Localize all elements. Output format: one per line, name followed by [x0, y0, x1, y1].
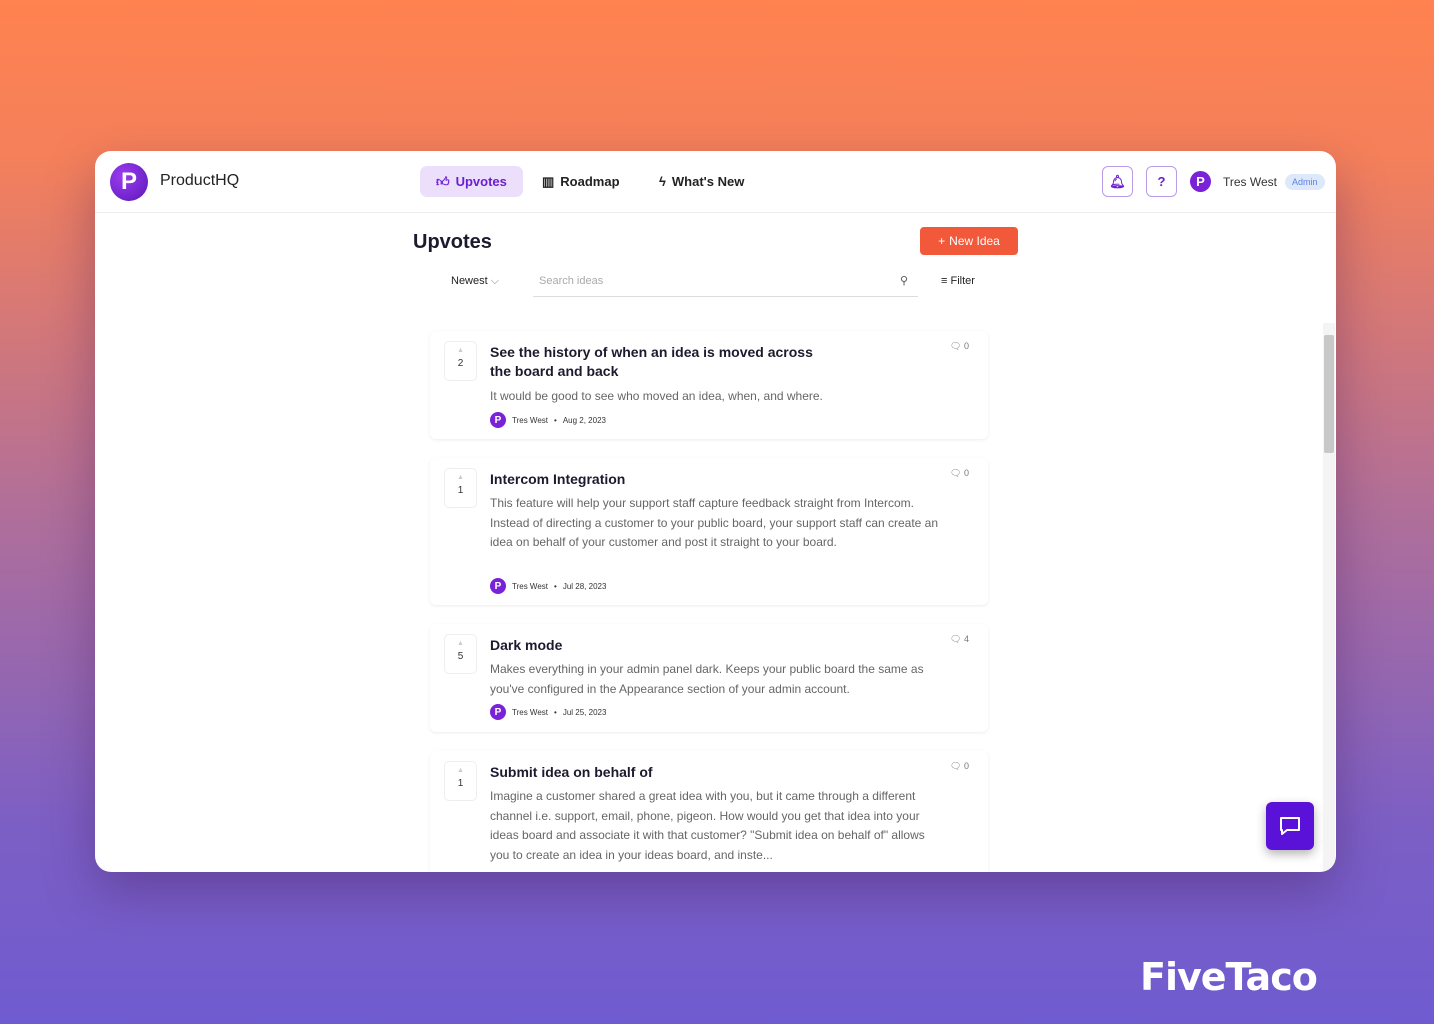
vote-count: 5 [457, 651, 464, 662]
upvote-button[interactable]: ▲ 2 [444, 341, 477, 381]
date: Jul 25, 2023 [562, 707, 607, 717]
search-input[interactable]: Search ideas ⚲ [533, 267, 918, 297]
idea-meta: P Tres West • Jul 25, 2023 [490, 704, 606, 720]
idea-card[interactable]: ▲ 1 Intercom Integration This feature wil… [430, 458, 988, 605]
vote-count: 2 [457, 358, 464, 369]
chevron-down-icon: ⌵ [490, 275, 500, 287]
role-badge: Admin [1285, 174, 1325, 190]
watermark-logo: FiveTaco [1140, 955, 1318, 999]
app-window: P ProductHQ 👍︎ Upvotes ▥ Roadmap ϟ What's N… [95, 151, 1336, 872]
idea-title[interactable]: See the history of when an idea is moved… [490, 343, 830, 381]
app-name: ProductHQ [160, 172, 240, 189]
sort-dropdown[interactable]: Newest ⌵ [451, 275, 499, 288]
author: Tres West [512, 707, 549, 717]
tab-label: Upvotes [455, 174, 507, 189]
new-idea-label: New Idea [949, 234, 1000, 248]
tab-label: Roadmap [560, 174, 620, 189]
page-title: Upvotes [413, 231, 492, 253]
tab-label: What's New [671, 174, 745, 189]
scrollbar[interactable] [1323, 323, 1335, 872]
filter-button[interactable]: ≡ Filter [941, 275, 975, 287]
filter-label: Filter [950, 275, 975, 287]
comment-number: 4 [963, 634, 969, 644]
date: Aug 2, 2023 [562, 415, 606, 425]
plus-icon: + [938, 234, 946, 248]
arrow-up-icon: ▲ [457, 474, 464, 481]
date: Jul 28, 2023 [562, 581, 607, 591]
comments-count[interactable]: 🗨︎ 0 [950, 468, 969, 479]
idea-title[interactable]: Intercom Integration [490, 470, 830, 489]
chat-button[interactable] [1266, 802, 1314, 850]
comments-count[interactable]: 🗨︎ 4 [950, 634, 969, 645]
comments-count[interactable]: 🗨︎ 0 [950, 341, 969, 352]
lightning-icon: ϟ [659, 174, 666, 189]
comment-icon: 🗨︎ [950, 761, 962, 771]
comment-number: 0 [963, 761, 969, 771]
upvote-button[interactable]: ▲ 1 [444, 468, 477, 508]
upvote-button[interactable]: ▲ 5 [444, 634, 477, 674]
vote-count: 1 [457, 778, 464, 789]
filter-icon: ≡ [941, 275, 948, 287]
author: Tres West [512, 415, 549, 425]
arrow-up-icon: ▲ [457, 767, 464, 774]
author-avatar: P [490, 704, 506, 720]
idea-card[interactable]: ▲ 1 Submit idea on behalf of Imagine a cu… [430, 751, 988, 872]
arrow-up-icon: ▲ [457, 347, 464, 354]
idea-card[interactable]: ▲ 2 See the history of when an idea is mo… [430, 331, 988, 439]
idea-title[interactable]: Dark mode [490, 636, 830, 655]
comment-number: 0 [963, 341, 969, 351]
upvote-button[interactable]: ▲ 1 [444, 761, 477, 801]
idea-description: This feature will help your support staf… [490, 496, 939, 549]
top-nav: P ProductHQ 👍︎ Upvotes ▥ Roadmap ϟ What's N… [95, 151, 1336, 213]
search-icon[interactable]: ⚲ [900, 274, 908, 287]
chat-icon [1280, 817, 1300, 835]
tab-roadmap[interactable]: ▥ Roadmap [526, 166, 636, 197]
tab-whats-new[interactable]: ϟ What's New [643, 166, 760, 197]
author: Tres West [512, 581, 549, 591]
comment-number: 0 [963, 468, 969, 478]
comment-icon: 🗨︎ [950, 341, 962, 351]
comment-icon: 🗨︎ [950, 634, 962, 644]
author-avatar: P [490, 412, 506, 428]
bell-icon: 🔔︎ [1109, 173, 1126, 189]
new-idea-button[interactable]: + New Idea [920, 227, 1018, 255]
user-name[interactable]: Tres West [1223, 175, 1277, 189]
logo[interactable]: P [110, 163, 148, 201]
notifications-button[interactable]: 🔔︎ [1102, 166, 1133, 197]
author-avatar: P [490, 578, 506, 594]
columns-icon: ▥ [542, 173, 555, 189]
arrow-up-icon: ▲ [457, 640, 464, 647]
idea-description: It would be good to see who moved an ide… [490, 389, 823, 403]
idea-meta: P Tres West • Aug 2, 2023 [490, 412, 606, 428]
thumbs-up-icon: 👍︎ [436, 173, 450, 189]
sort-value: Newest [451, 275, 488, 287]
scrollbar-thumb[interactable] [1324, 335, 1334, 453]
comments-count[interactable]: 🗨︎ 0 [950, 761, 969, 772]
avatar[interactable]: P [1190, 171, 1211, 192]
idea-card[interactable]: ▲ 5 Dark mode Makes everything in your ad… [430, 624, 988, 732]
vote-count: 1 [457, 485, 464, 496]
tab-upvotes[interactable]: 👍︎ Upvotes [420, 166, 523, 197]
idea-title[interactable]: Submit idea on behalf of [490, 763, 830, 782]
search-placeholder: Search ideas [539, 275, 604, 287]
idea-description: Imagine a customer shared a great idea w… [490, 789, 925, 862]
comment-icon: 🗨︎ [950, 468, 962, 478]
idea-description: Makes everything in your admin panel dar… [490, 662, 924, 696]
idea-meta: P Tres West • Jul 28, 2023 [490, 578, 606, 594]
help-button[interactable]: ? [1146, 166, 1177, 197]
